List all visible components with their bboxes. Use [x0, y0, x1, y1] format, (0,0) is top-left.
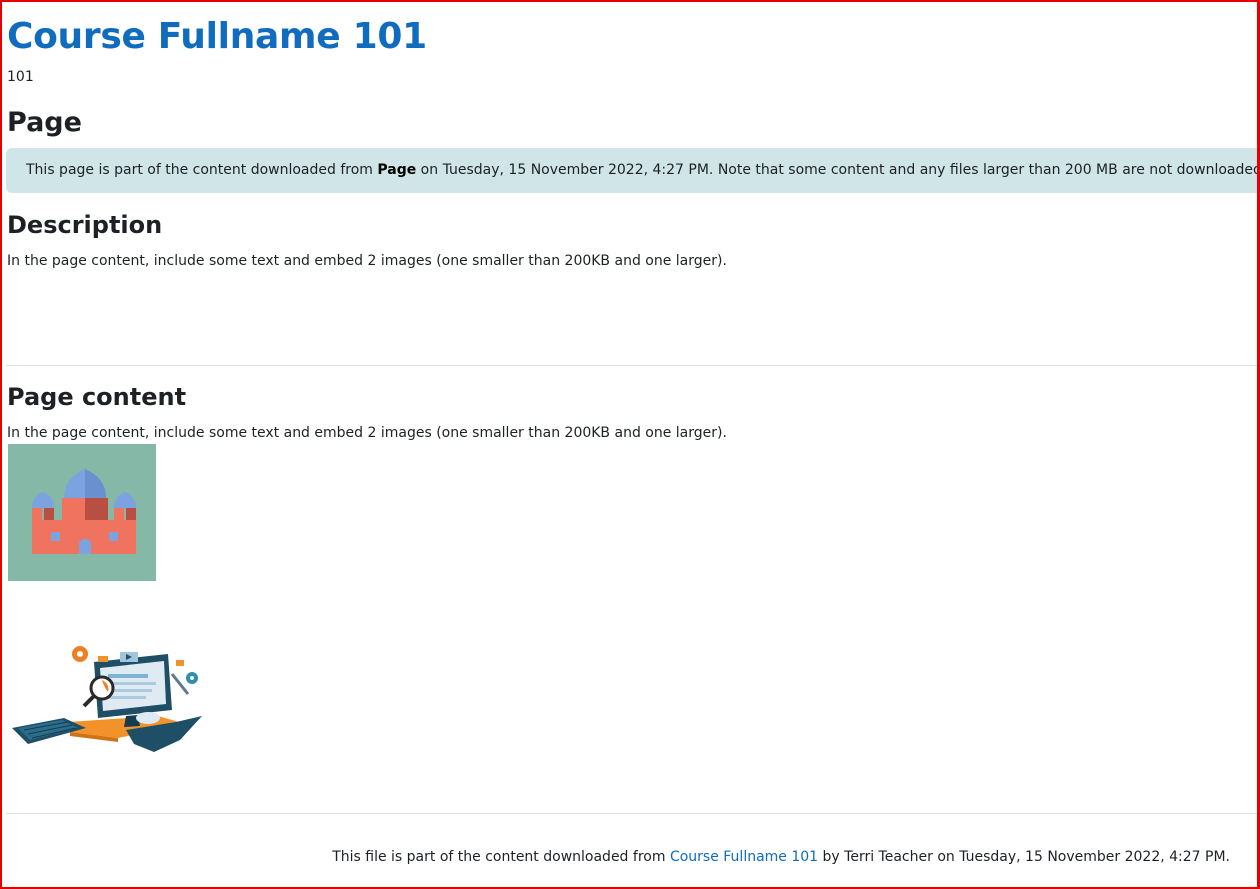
download-notice: This page is part of the content downloa…: [6, 148, 1260, 193]
course-shortname: 101: [7, 69, 34, 85]
notice-suffix: on Tuesday, 15 November 2022, 4:27 PM. N…: [416, 162, 1260, 178]
description-text: In the page content, include some text a…: [7, 253, 727, 269]
course-link[interactable]: Course Fullname 101: [670, 849, 818, 865]
computer-workstation-icon: [12, 646, 202, 752]
page-content-text: In the page content, include some text a…: [7, 425, 727, 441]
notice-prefix: This page is part of the content downloa…: [26, 162, 378, 178]
castle-icon: [8, 444, 156, 581]
course-title: Course Fullname 101: [7, 16, 427, 57]
download-notice-text: This page is part of the content downloa…: [26, 148, 1260, 193]
footer-prefix: This file is part of the content downloa…: [332, 849, 670, 865]
description-heading: Description: [7, 211, 163, 239]
page-content-heading: Page content: [7, 383, 187, 411]
page-heading: Page: [7, 107, 82, 138]
notice-page-name: Page: [377, 162, 417, 178]
footer-suffix: by Terri Teacher on Tuesday, 15 November…: [818, 849, 1230, 865]
section-divider: [6, 365, 1260, 366]
footer-divider: [6, 813, 1260, 814]
footer-attribution: This file is part of the content downloa…: [0, 848, 1230, 866]
